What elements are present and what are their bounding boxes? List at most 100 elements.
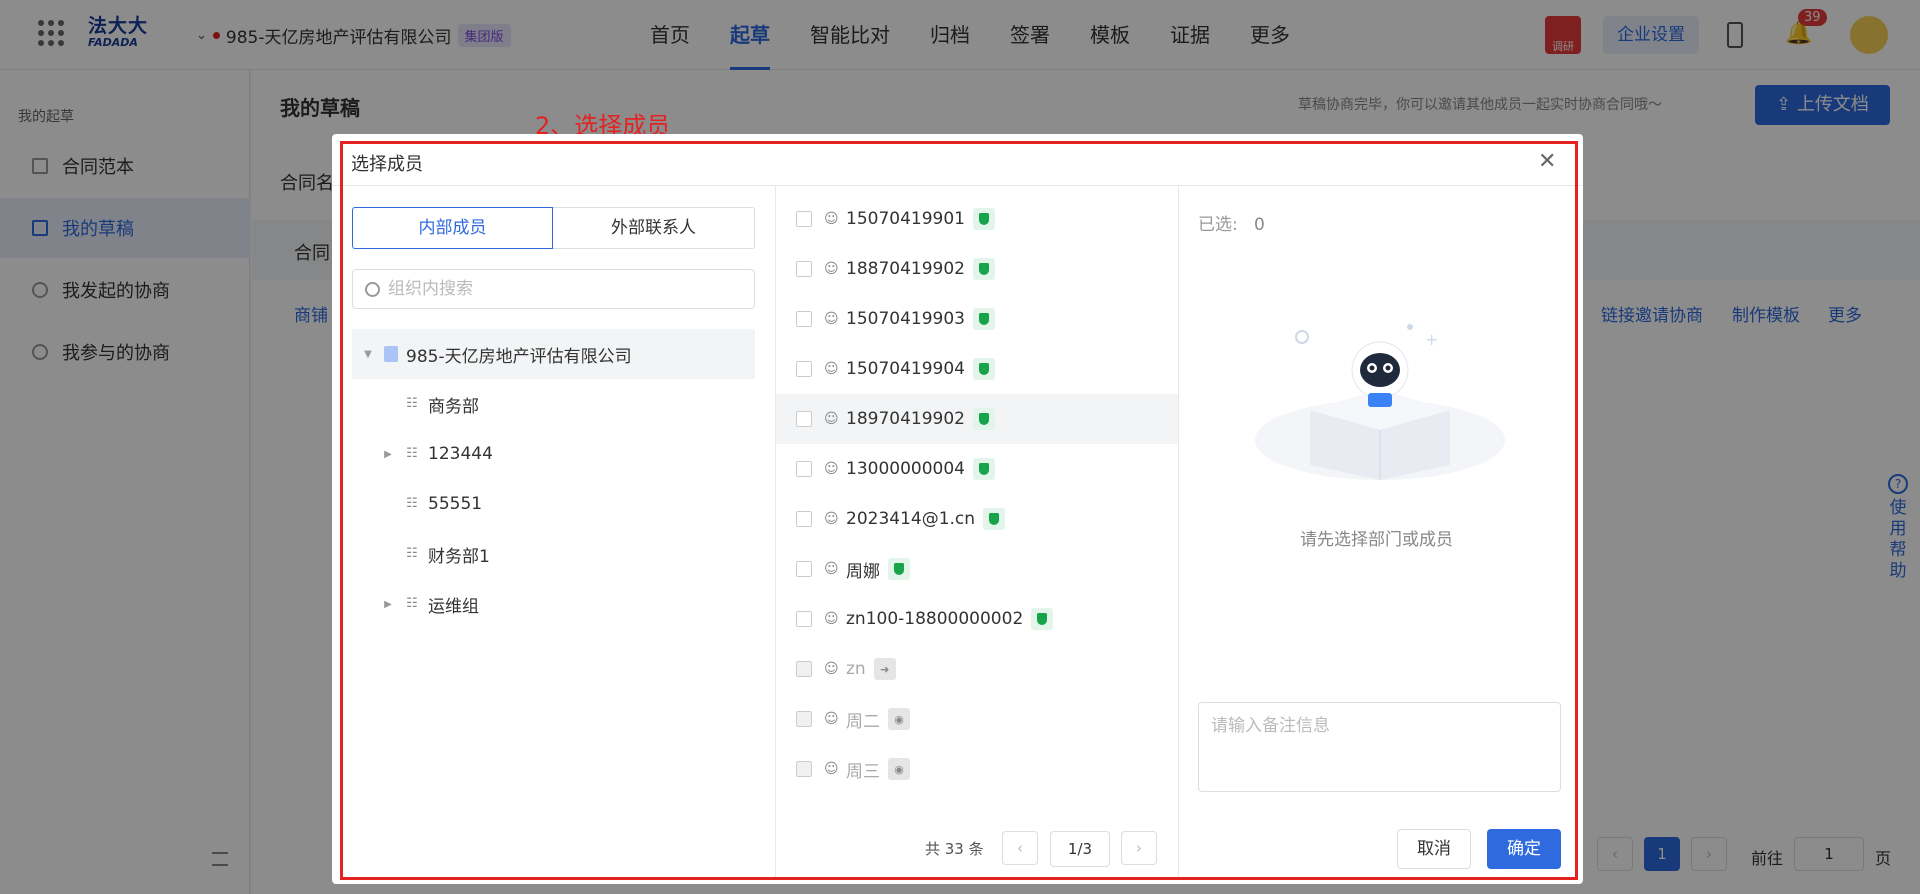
member-row: ☺ 周三 ◉	[776, 744, 1178, 794]
tree-node-label: 55551	[428, 494, 483, 514]
tree-node[interactable]: ☷ 55551	[352, 479, 755, 529]
tree-node-label: 财务部1	[428, 546, 490, 567]
person-icon: ☺	[824, 711, 839, 727]
checkbox[interactable]	[796, 311, 812, 327]
building-icon	[384, 346, 398, 362]
tree-node[interactable]: ▼ 985-天亿房地产评估有限公司	[352, 329, 755, 379]
person-icon: ☺	[824, 761, 839, 777]
checkbox[interactable]	[796, 361, 812, 377]
member-row[interactable]: ☺ 周娜	[776, 544, 1178, 594]
member-name: 15070419903	[846, 309, 965, 329]
member-row[interactable]: ☺ 2023414@1.cn	[776, 494, 1178, 544]
grey-shield-icon: ◉	[888, 758, 910, 780]
checkbox	[796, 761, 812, 777]
verified-shield-icon	[983, 508, 1006, 530]
member-row: ☺ 周二 ◉	[776, 694, 1178, 744]
org-search-box	[352, 269, 755, 309]
checkbox	[796, 661, 812, 677]
verified-shield-icon	[888, 558, 910, 580]
person-icon: ☺	[824, 211, 839, 227]
confirm-button[interactable]: 确定	[1487, 829, 1561, 869]
member-row[interactable]: ☺ 15070419903	[776, 294, 1178, 344]
member-name: 15070419901	[846, 209, 965, 229]
checkbox[interactable]	[796, 461, 812, 477]
member-name: 18870419902	[846, 259, 965, 279]
selected-count-label: 已选: 0	[1198, 215, 1265, 235]
org-tree-icon: ☷	[406, 496, 418, 511]
person-icon: ☺	[824, 561, 839, 577]
verified-shield-icon	[972, 258, 995, 280]
person-icon: ☺	[824, 461, 839, 477]
grey-shield-icon: ◉	[888, 708, 910, 730]
member-name: zn	[846, 659, 866, 679]
tree-node-label: 123444	[428, 444, 493, 464]
tree-node-label: 运维组	[428, 596, 479, 617]
org-tree-icon: ☷	[406, 596, 418, 611]
checkbox[interactable]	[796, 411, 812, 427]
person-icon: ☺	[824, 361, 839, 377]
tree-node[interactable]: ☷ 商务部	[352, 379, 755, 429]
empty-robot-illustration: +	[1255, 324, 1505, 480]
member-row: ☺ zn ➜	[776, 644, 1178, 694]
divider	[1178, 186, 1179, 880]
checkbox[interactable]	[796, 261, 812, 277]
verified-shield-icon	[972, 458, 995, 480]
member-row[interactable]: ☺ 15070419904	[776, 344, 1178, 394]
member-row[interactable]: ☺ 15070419901	[776, 194, 1178, 244]
member-name: 2023414@1.cn	[846, 509, 976, 529]
member-name: zn100-18800000002	[846, 609, 1024, 629]
person-icon: ☺	[824, 661, 839, 677]
close-icon[interactable]: ✕	[1538, 150, 1556, 174]
tree-node[interactable]: ▶ ☷ 123444	[352, 429, 755, 479]
org-tree-icon: ☷	[406, 546, 418, 561]
member-row[interactable]: ☺ 13000000004	[776, 444, 1178, 494]
org-search-input[interactable]	[388, 279, 728, 299]
tab-internal-members[interactable]: 内部成员	[352, 207, 553, 249]
tab-external-contacts[interactable]: 外部联系人	[553, 207, 755, 249]
remark-input[interactable]	[1198, 702, 1561, 792]
total-count: 共 33 条	[925, 840, 984, 858]
tree-node-label: 985-天亿房地产评估有限公司	[406, 346, 632, 367]
checkbox[interactable]	[796, 561, 812, 577]
tree-node[interactable]: ☷ 财务部1	[352, 529, 755, 579]
member-name: 13000000004	[846, 459, 965, 479]
verified-shield-icon	[972, 208, 995, 230]
dialog-title: 选择成员	[351, 154, 423, 175]
org-tree-icon: ☷	[406, 446, 418, 461]
checkbox[interactable]	[796, 211, 812, 227]
member-name: 周娜	[846, 561, 880, 582]
verified-shield-icon	[972, 408, 995, 430]
member-name: 周三	[846, 761, 880, 782]
member-row[interactable]: ☺ 18870419902	[776, 244, 1178, 294]
search-icon	[365, 281, 380, 297]
verified-shield-icon	[972, 358, 995, 380]
empty-state-text: 请先选择部门或成员	[1300, 530, 1453, 550]
member-page-indicator[interactable]: 1/3	[1050, 831, 1110, 867]
verified-shield-icon	[1031, 608, 1054, 630]
member-name: 15070419904	[846, 359, 965, 379]
arrow-badge-icon: ➜	[873, 658, 896, 680]
tree-node[interactable]: ▶ ☷ 运维组	[352, 579, 755, 629]
verified-shield-icon	[972, 308, 995, 330]
org-tree-icon: ☷	[406, 396, 418, 411]
person-icon: ☺	[824, 611, 839, 627]
member-page-prev-button[interactable]: ‹	[1002, 831, 1038, 865]
member-name: 周二	[846, 711, 880, 732]
member-row[interactable]: ☺ zn100-18800000002	[776, 594, 1178, 644]
caret-right-icon[interactable]: ▶	[380, 449, 396, 460]
person-icon: ☺	[824, 311, 839, 327]
checkbox	[796, 711, 812, 727]
tree-node-label: 商务部	[428, 396, 479, 417]
caret-right-icon[interactable]: ▶	[380, 599, 396, 610]
member-name: 18970419902	[846, 409, 965, 429]
caret-down-icon[interactable]: ▼	[360, 349, 376, 360]
member-row[interactable]: ☺ 18970419902	[776, 394, 1178, 444]
checkbox[interactable]	[796, 511, 812, 527]
person-icon: ☺	[824, 261, 839, 277]
checkbox[interactable]	[796, 611, 812, 627]
cancel-button[interactable]: 取消	[1397, 829, 1471, 869]
divider	[332, 185, 1583, 186]
person-icon: ☺	[824, 511, 839, 527]
member-page-next-button[interactable]: ›	[1121, 831, 1157, 865]
person-icon: ☺	[824, 411, 839, 427]
